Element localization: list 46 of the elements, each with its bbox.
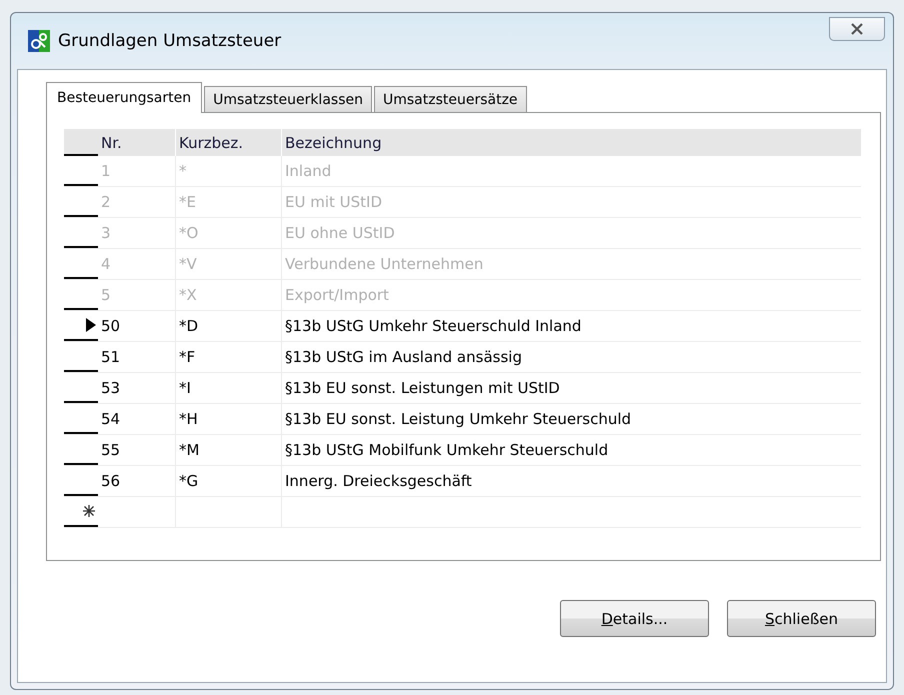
- table-cell-text: Innerg. Dreiecksgeschäft: [284, 471, 473, 492]
- dialog-button[interactable]: Schließen: [727, 600, 876, 637]
- column-header[interactable]: Nr.: [98, 129, 176, 156]
- table-cell-text: §13b UStG Mobilfunk Umkehr Steuerschuld: [284, 440, 610, 461]
- table-cell-text: §13b EU sonst. Leistungen mit UStID: [284, 378, 561, 399]
- table-cell: 53: [98, 373, 176, 403]
- table-cell: *X: [176, 280, 282, 310]
- table-cell: 55: [98, 435, 176, 465]
- tab[interactable]: Besteuerungsarten: [46, 82, 202, 113]
- table-cell-text: EU mit UStID: [284, 192, 384, 213]
- table-cell: *V: [176, 249, 282, 279]
- table-cell-text: Verbundene Unternehmen: [284, 254, 484, 275]
- table-cell: *E: [176, 187, 282, 217]
- table-cell-text: §13b UStG Umkehr Steuerschuld Inland: [284, 316, 582, 337]
- table-cell: 5: [98, 280, 176, 310]
- table-cell: *I: [176, 373, 282, 403]
- dialog-button[interactable]: Details...: [560, 600, 709, 637]
- table-cell: 4: [98, 249, 176, 279]
- table-cell: 2: [98, 187, 176, 217]
- table-cell-text: Inland: [284, 161, 332, 182]
- table-cell: *M: [176, 435, 282, 465]
- table-cell: 54: [98, 404, 176, 434]
- table-cell: *D: [176, 311, 282, 341]
- table-cell-text: §13b EU sonst. Leistung Umkehr Steuerschuld: [284, 409, 632, 430]
- tab[interactable]: Umsatzsteuerklassen: [204, 86, 372, 112]
- table-cell: *O: [176, 218, 282, 248]
- table-cell: 56: [98, 466, 176, 496]
- close-button[interactable]: [829, 17, 885, 41]
- column-header[interactable]: Bezeichnung: [282, 129, 861, 156]
- table-cell: 1: [98, 156, 176, 186]
- table-cell: 50: [98, 311, 176, 341]
- tab[interactable]: Umsatzsteuersätze: [374, 86, 527, 112]
- table-cell: *F: [176, 342, 282, 372]
- table-cell-text: EU ohne UStID: [284, 223, 396, 244]
- window-title: Grundlagen Umsatzsteuer: [58, 31, 282, 51]
- table-cell: 3: [98, 218, 176, 248]
- new-row-icon: [82, 504, 96, 518]
- column-header[interactable]: Kurzbez.: [176, 129, 282, 156]
- table-cell-text: §13b UStG im Ausland ansässig: [284, 347, 523, 368]
- table-cell: *G: [176, 466, 282, 496]
- close-icon: [850, 23, 864, 35]
- table-cell: *: [176, 156, 282, 186]
- table-cell-text: Export/Import: [284, 285, 390, 306]
- app-icon: [28, 30, 50, 52]
- table-cell: 51: [98, 342, 176, 372]
- table-cell: *H: [176, 404, 282, 434]
